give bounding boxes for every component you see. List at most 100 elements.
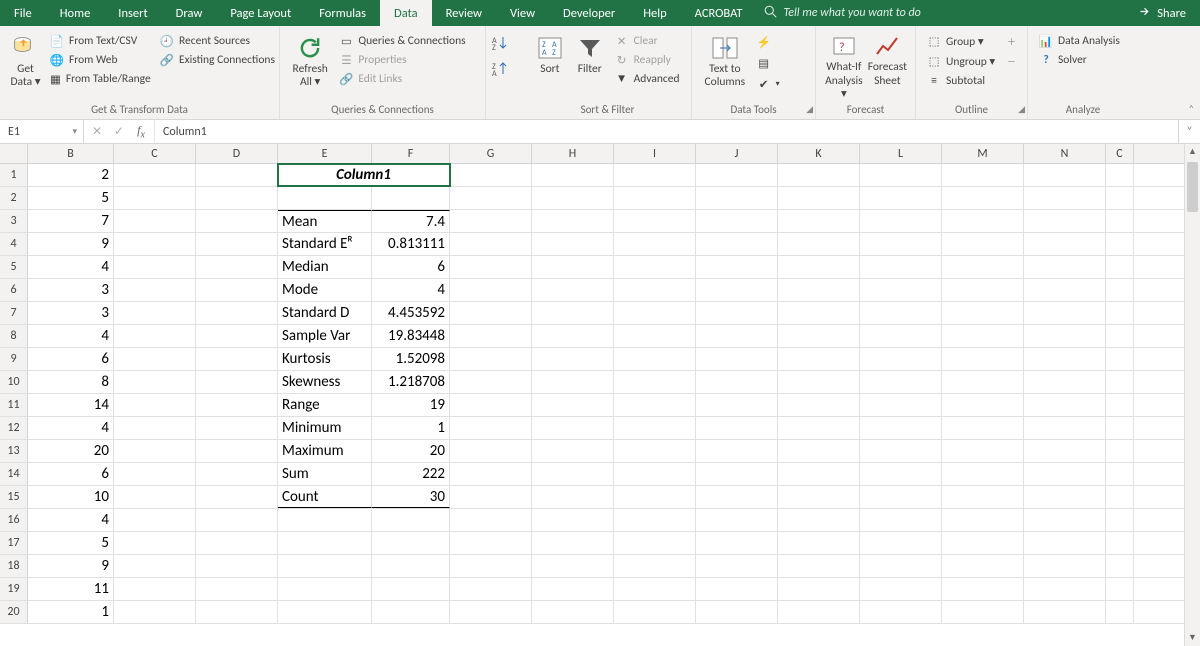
- cell[interactable]: [372, 601, 450, 623]
- cell[interactable]: [942, 164, 1024, 186]
- cell[interactable]: Mode: [278, 279, 372, 301]
- cell[interactable]: [860, 486, 942, 508]
- cell[interactable]: [196, 486, 278, 508]
- cell[interactable]: [942, 279, 1024, 301]
- cell[interactable]: [942, 302, 1024, 324]
- cell[interactable]: [450, 187, 532, 209]
- cell[interactable]: 4: [28, 509, 114, 531]
- cell[interactable]: [942, 187, 1024, 209]
- cell[interactable]: [372, 578, 450, 600]
- cell[interactable]: [696, 555, 778, 577]
- cell[interactable]: [1024, 509, 1106, 531]
- cell[interactable]: [532, 394, 614, 416]
- cell[interactable]: [1024, 463, 1106, 485]
- cell[interactable]: [942, 394, 1024, 416]
- cell[interactable]: [278, 578, 372, 600]
- cell[interactable]: [778, 578, 860, 600]
- cell[interactable]: [1106, 601, 1134, 623]
- get-data-button[interactable]: Get Data ▾: [6, 29, 45, 101]
- cell[interactable]: [860, 210, 942, 232]
- cell[interactable]: [532, 371, 614, 393]
- cell[interactable]: [532, 233, 614, 255]
- cell[interactable]: [1106, 371, 1134, 393]
- cell[interactable]: [860, 555, 942, 577]
- cell[interactable]: [860, 325, 942, 347]
- cell[interactable]: [532, 325, 614, 347]
- column-header[interactable]: K: [778, 144, 860, 163]
- cell[interactable]: [1106, 279, 1134, 301]
- cell[interactable]: [114, 302, 196, 324]
- cell[interactable]: Count: [278, 486, 372, 508]
- cell[interactable]: 5: [28, 187, 114, 209]
- cell[interactable]: [196, 532, 278, 554]
- cell[interactable]: [1106, 578, 1134, 600]
- cell[interactable]: [532, 509, 614, 531]
- data-validation-button[interactable]: ✔▾: [752, 75, 809, 93]
- from-text-csv-button[interactable]: 📄From Text/CSV: [45, 32, 155, 50]
- cell[interactable]: [778, 302, 860, 324]
- tab-page-layout[interactable]: Page Layout: [216, 0, 305, 26]
- cell[interactable]: [1106, 164, 1134, 186]
- cell[interactable]: [696, 601, 778, 623]
- cell[interactable]: [942, 601, 1024, 623]
- cell[interactable]: [860, 348, 942, 370]
- cell[interactable]: [450, 463, 532, 485]
- cell[interactable]: [114, 463, 196, 485]
- cell[interactable]: [696, 417, 778, 439]
- share-button[interactable]: Share: [1124, 0, 1200, 26]
- cell[interactable]: [860, 509, 942, 531]
- cell[interactable]: Maximum: [278, 440, 372, 462]
- cell[interactable]: [778, 233, 860, 255]
- cell[interactable]: [532, 279, 614, 301]
- forecast-sheet-button[interactable]: Forecast Sheet: [866, 27, 909, 101]
- cell[interactable]: [614, 187, 696, 209]
- row-header[interactable]: 4: [0, 233, 28, 255]
- cell[interactable]: [614, 371, 696, 393]
- scroll-thumb[interactable]: [1187, 162, 1198, 212]
- cell[interactable]: 4: [372, 279, 450, 301]
- cell[interactable]: [196, 578, 278, 600]
- cell[interactable]: [372, 555, 450, 577]
- cell[interactable]: [614, 164, 696, 186]
- cell[interactable]: Mean: [278, 210, 372, 232]
- advanced-filter-button[interactable]: ▼Advanced: [610, 70, 685, 88]
- cell[interactable]: [450, 417, 532, 439]
- cell[interactable]: Sample Var: [278, 325, 372, 347]
- row-header[interactable]: 1: [0, 164, 28, 186]
- cell[interactable]: [450, 256, 532, 278]
- cell[interactable]: [1024, 210, 1106, 232]
- cell[interactable]: [1024, 532, 1106, 554]
- cell[interactable]: [114, 164, 196, 186]
- row-header[interactable]: 2: [0, 187, 28, 209]
- column-header[interactable]: H: [532, 144, 614, 163]
- cell[interactable]: [696, 394, 778, 416]
- column-header[interactable]: I: [614, 144, 696, 163]
- row-header[interactable]: 6: [0, 279, 28, 301]
- cell[interactable]: [450, 394, 532, 416]
- cell[interactable]: [114, 578, 196, 600]
- tab-help[interactable]: Help: [629, 0, 680, 26]
- cell[interactable]: [450, 348, 532, 370]
- cell[interactable]: [372, 187, 450, 209]
- cell[interactable]: [696, 302, 778, 324]
- cell[interactable]: [696, 256, 778, 278]
- cell[interactable]: [778, 279, 860, 301]
- cell[interactable]: [778, 601, 860, 623]
- cell[interactable]: [942, 233, 1024, 255]
- cell[interactable]: [696, 187, 778, 209]
- ungroup-button[interactable]: ⬚Ungroup ▾－: [922, 52, 1021, 71]
- tab-developer[interactable]: Developer: [549, 0, 629, 26]
- cell[interactable]: [778, 164, 860, 186]
- cell[interactable]: [696, 463, 778, 485]
- cell[interactable]: 20: [28, 440, 114, 462]
- cell[interactable]: [450, 509, 532, 531]
- insert-function-button[interactable]: fx: [130, 123, 152, 140]
- from-web-button[interactable]: 🌐From Web: [45, 51, 155, 69]
- row-header[interactable]: 10: [0, 371, 28, 393]
- tab-acrobat[interactable]: ACROBAT: [681, 0, 757, 26]
- cell[interactable]: [614, 348, 696, 370]
- row-header[interactable]: 5: [0, 256, 28, 278]
- cell[interactable]: [1024, 279, 1106, 301]
- cell[interactable]: [614, 279, 696, 301]
- cell[interactable]: [1024, 417, 1106, 439]
